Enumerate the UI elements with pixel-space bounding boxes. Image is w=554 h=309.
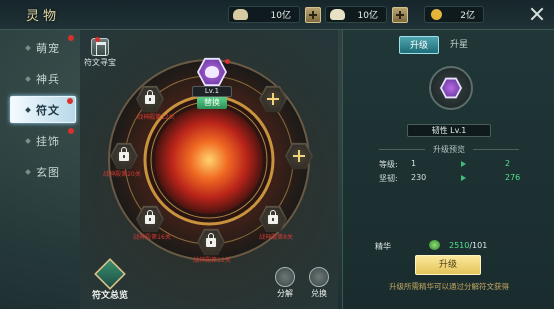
plus-icon bbox=[293, 150, 305, 162]
bullet-icon bbox=[25, 106, 31, 113]
upgrade-button[interactable]: 升级 bbox=[415, 255, 481, 275]
bullet-icon bbox=[25, 44, 31, 51]
currency-scroll: 10亿 bbox=[325, 6, 408, 23]
sidebar-item-label: 玄图 bbox=[36, 165, 60, 179]
stat-current: 1 bbox=[411, 159, 417, 168]
locked-slot-1[interactable] bbox=[136, 85, 164, 113]
currency-silver-pill: 10亿 bbox=[228, 6, 300, 23]
lock-icon bbox=[145, 90, 155, 104]
bullet-icon bbox=[25, 75, 31, 82]
rune-seek-button[interactable]: 符文寻宝 bbox=[82, 37, 118, 68]
rune-wheel-panel: 符文寻宝 Lv.1 替换 战神殿第12关 战神殿第20关 战神殿第16关 战神殿… bbox=[80, 30, 338, 309]
tab-upgrade[interactable]: 升级 bbox=[399, 36, 439, 54]
locked-slot-1-label: 战神殿第12关 bbox=[137, 114, 175, 121]
essence-amount: 2510/101 bbox=[449, 241, 487, 250]
silver-ingot-icon bbox=[233, 9, 248, 20]
sidebar-item-label: 符文 bbox=[36, 103, 60, 117]
sidebar-item-weapon[interactable]: 神兵 bbox=[10, 65, 76, 92]
decompose-button[interactable]: 分解 bbox=[270, 267, 300, 299]
add-silver-button[interactable] bbox=[305, 6, 321, 23]
stat-current: 230 bbox=[411, 173, 427, 182]
close-icon[interactable] bbox=[529, 6, 545, 22]
locked-slot-4[interactable] bbox=[197, 228, 225, 256]
plus-icon bbox=[267, 93, 279, 105]
locked-slot-5[interactable] bbox=[259, 205, 287, 233]
essence-have: 2510 bbox=[449, 241, 470, 250]
sidebar-item-label: 神兵 bbox=[36, 72, 60, 86]
notification-dot bbox=[95, 37, 100, 42]
currency-silver: 10亿 bbox=[228, 6, 321, 23]
locked-slot-2[interactable] bbox=[110, 142, 138, 170]
decompose-icon bbox=[275, 267, 295, 287]
stat-label: 等级: bbox=[379, 160, 398, 169]
locked-slot-2-label: 战神殿第20关 bbox=[103, 171, 141, 178]
upgrade-preview-header: 升级预览 bbox=[343, 144, 554, 155]
lock-icon bbox=[268, 210, 278, 224]
arrow-right-icon bbox=[461, 161, 466, 167]
empty-slot-1[interactable] bbox=[259, 85, 287, 113]
top-bar: 灵物 10亿 10亿 2亿 bbox=[0, 0, 554, 30]
notification-dot bbox=[67, 98, 73, 104]
selected-rune-slot bbox=[429, 66, 473, 110]
notification-dot bbox=[68, 35, 74, 41]
currency-gold-pill: 2亿 bbox=[424, 6, 484, 23]
sidebar: 萌宠 神兵 符文 挂饰 玄图 bbox=[10, 34, 76, 189]
upgrade-hint: 升级所需精华可以通过分解符文获得 bbox=[389, 282, 509, 291]
exchange-icon bbox=[309, 267, 329, 287]
bullet-icon bbox=[25, 168, 31, 175]
lock-icon bbox=[206, 233, 216, 247]
rune-detail-panel: 升级 升星 韧性 Lv.1 升级预览 等级: 1 2 坚韧: 230 276 精… bbox=[342, 30, 554, 309]
scroll-icon bbox=[330, 9, 345, 20]
fire-core bbox=[155, 106, 263, 214]
game-window: 灵物 10亿 10亿 2亿 萌宠 神兵 符文 挂饰 玄图 符文寻宝 Lv.1 替… bbox=[0, 0, 554, 309]
treasure-chest-icon bbox=[91, 37, 109, 56]
window-title: 灵物 bbox=[26, 9, 61, 24]
essence-gem-icon bbox=[429, 240, 440, 250]
rune-name: 韧性 Lv.1 bbox=[407, 124, 491, 137]
rune-icon bbox=[205, 66, 219, 78]
rune-overview-button[interactable]: 符文总览 bbox=[84, 258, 136, 301]
sidebar-item-rune[interactable]: 符文 bbox=[10, 96, 76, 123]
lock-icon bbox=[119, 147, 129, 161]
locked-slot-3-label: 战神殿第16关 bbox=[133, 234, 171, 241]
sidebar-item-mystic-map[interactable]: 玄图 bbox=[10, 158, 76, 185]
rune-card-icon bbox=[94, 258, 126, 290]
sidebar-item-pet[interactable]: 萌宠 bbox=[10, 34, 76, 61]
stat-next: 276 bbox=[505, 173, 521, 182]
equipped-rune-slot[interactable] bbox=[197, 57, 230, 87]
notification-dot bbox=[68, 128, 74, 134]
decompose-label: 分解 bbox=[277, 289, 293, 298]
essence-need: /101 bbox=[469, 241, 488, 250]
exchange-button[interactable]: 兑换 bbox=[304, 267, 334, 299]
equipped-level-tag: Lv.1 bbox=[192, 86, 232, 97]
tab-star-up[interactable]: 升星 bbox=[439, 36, 479, 54]
locked-slot-3[interactable] bbox=[136, 205, 164, 233]
replace-button[interactable]: 替换 bbox=[197, 97, 227, 109]
gold-coin-icon bbox=[431, 9, 442, 20]
currency-scroll-value: 10亿 bbox=[357, 11, 378, 21]
empty-slot-2[interactable] bbox=[285, 142, 313, 170]
bullet-icon bbox=[25, 137, 31, 144]
add-scroll-button[interactable] bbox=[392, 6, 408, 23]
detail-tabs: 升级 升星 bbox=[399, 36, 479, 54]
notification-dot bbox=[225, 59, 230, 64]
stat-next: 2 bbox=[505, 159, 511, 168]
rune-seek-label: 符文寻宝 bbox=[84, 58, 116, 67]
stat-label: 坚韧: bbox=[379, 174, 398, 183]
sidebar-item-label: 挂饰 bbox=[36, 134, 60, 148]
sidebar-item-pendant[interactable]: 挂饰 bbox=[10, 127, 76, 154]
rune-overview-label: 符文总览 bbox=[91, 291, 128, 301]
currency-silver-value: 10亿 bbox=[270, 11, 291, 21]
arrow-right-icon bbox=[461, 175, 466, 181]
locked-slot-5-label: 战神殿第8关 bbox=[259, 234, 293, 241]
currency-gold-value: 2亿 bbox=[460, 11, 475, 21]
currency-gold: 2亿 bbox=[424, 6, 484, 23]
exchange-label: 兑换 bbox=[311, 289, 327, 298]
essence-label: 精华 bbox=[375, 242, 391, 251]
sidebar-item-label: 萌宠 bbox=[36, 41, 60, 55]
locked-slot-4-label: 战神殿第12关 bbox=[193, 257, 231, 264]
currency-scroll-pill: 10亿 bbox=[325, 6, 387, 23]
lock-icon bbox=[145, 210, 155, 224]
